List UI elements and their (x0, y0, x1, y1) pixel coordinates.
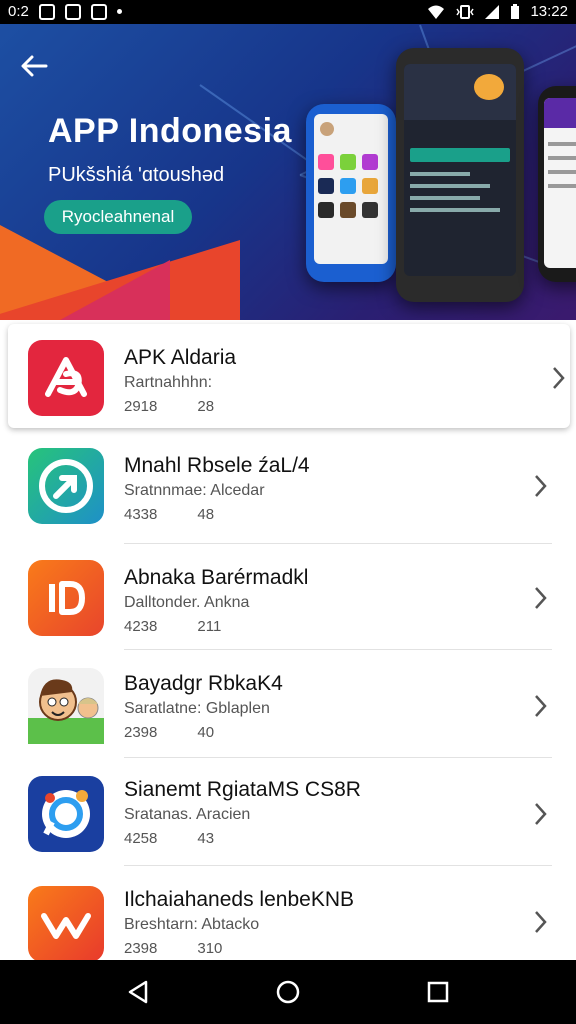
app-developer: Saratlatne: Gblaplen (124, 700, 270, 717)
app-notification-icon (64, 3, 81, 20)
app-developer: Dalltonder. Anknа (124, 594, 250, 611)
app-name: Sianemt RgiataMS CS8R (124, 778, 361, 801)
chevron-right-icon (535, 911, 547, 933)
row-divider (124, 757, 552, 758)
app-developer: Rartnahhhn: (124, 374, 213, 391)
nav-home-icon[interactable] (272, 976, 304, 1008)
back-arrow-icon[interactable] (16, 48, 52, 84)
hero-subtitle: PUkšshiá ʹɑtoushəd (48, 164, 225, 186)
battery-icon (511, 3, 520, 19)
chevron-right-icon (535, 475, 547, 497)
app-rating: 28 (197, 398, 215, 415)
list-item[interactable]: Sianemt RgiataMS CS8R Sratanas. Aracien … (8, 760, 552, 866)
gallery-notification-icon (38, 3, 55, 20)
settings-notification-icon (90, 3, 107, 20)
vibrate-icon (456, 4, 475, 19)
app-downloads: 4238 (124, 618, 158, 635)
hero-title: APP Indonesia (48, 112, 292, 150)
phone-mockup-small (306, 104, 396, 282)
list-item[interactable]: Abnaka Barérmadkl Dalltonder. Anknа 4238… (8, 544, 552, 650)
app-downloads: 2398 (124, 724, 158, 741)
decor-triangle (60, 260, 170, 320)
app-name: Ilchaiahaneds lenbeKNB (124, 888, 354, 911)
app-name: APK Aldaria (124, 346, 237, 369)
orange-k-logo-icon (28, 886, 104, 960)
chevron-right-icon (553, 367, 565, 389)
list-item[interactable]: Ilchaiahaneds lenbeKNB Breshtarn: Abtack… (8, 868, 552, 960)
app-downloads: 4258 (124, 830, 158, 847)
nav-back-icon[interactable] (122, 976, 154, 1008)
app-name: Bayadgr RbkaK4 (124, 672, 283, 695)
app-rating: 43 (197, 830, 215, 847)
chevron-right-icon (535, 803, 547, 825)
app-downloads: 4338 (124, 506, 158, 523)
status-bar: 0:2 13:22 (0, 0, 576, 24)
chevron-right-icon (535, 587, 547, 609)
hero-banner: APP Indonesia PUkšshiá ʹɑtoushəd Ryoclea… (0, 24, 576, 320)
app-downloads: 2398 (124, 940, 158, 957)
nav-recents-icon[interactable] (422, 976, 454, 1008)
app-rating: 310 (197, 940, 223, 957)
status-time-left: 0:2 (8, 3, 29, 20)
app-stats: 2918 28 (124, 398, 214, 415)
chevron-right-icon (535, 695, 547, 717)
phone-mockup-large (396, 48, 524, 302)
cartoon-face-icon (28, 668, 104, 744)
list-item[interactable]: Bayadgr RbkaK4 Saratlatne: Gblaplen 2398… (8, 652, 552, 758)
app-name: Abnaka Barérmadkl (124, 566, 309, 589)
orange-d-logo-icon (28, 560, 104, 636)
app-rating: 211 (197, 618, 222, 635)
list-item[interactable]: APK Aldaria Rartnahhhn: 2918 28 (8, 324, 570, 428)
list-item[interactable]: Mnahl Rbsele źaL/4 Sratnnmae: Alcedar 43… (8, 438, 552, 544)
app-list: APK Aldaria Rartnahhhn: 2918 28 Mnahl Rb… (0, 320, 576, 960)
notification-dot-icon (116, 9, 122, 14)
system-nav-bar (0, 960, 576, 1024)
row-divider (124, 865, 552, 866)
phone-mockup-side (538, 86, 576, 282)
app-stats: 4258 43 (124, 830, 214, 847)
green-arrow-logo-icon (28, 448, 104, 524)
app-rating: 48 (197, 506, 215, 523)
app-rating: 40 (197, 724, 215, 741)
hero-cta-button[interactable]: Ryocleahnenal (44, 200, 192, 234)
status-time-right: 13:22 (530, 3, 568, 20)
app-stats: 4238 211 (124, 618, 221, 635)
app-developer: Sratanas. Aracien (124, 806, 251, 823)
red-heart-logo-icon (28, 340, 104, 416)
app-stats: 2398 310 (124, 940, 222, 957)
app-downloads: 2918 (124, 398, 158, 415)
row-divider (124, 649, 552, 650)
app-name: Mnahl Rbsele źaL/4 (124, 454, 310, 477)
app-developer: Sratnnmae: Alcedar (124, 482, 265, 499)
signal-icon (485, 4, 500, 19)
app-stats: 4338 48 (124, 506, 214, 523)
app-stats: 2398 40 (124, 724, 214, 741)
app-developer: Breshtarn: Abtacko (124, 916, 260, 933)
blue-chat-circle-icon (28, 776, 104, 852)
wifi-icon (428, 5, 445, 19)
